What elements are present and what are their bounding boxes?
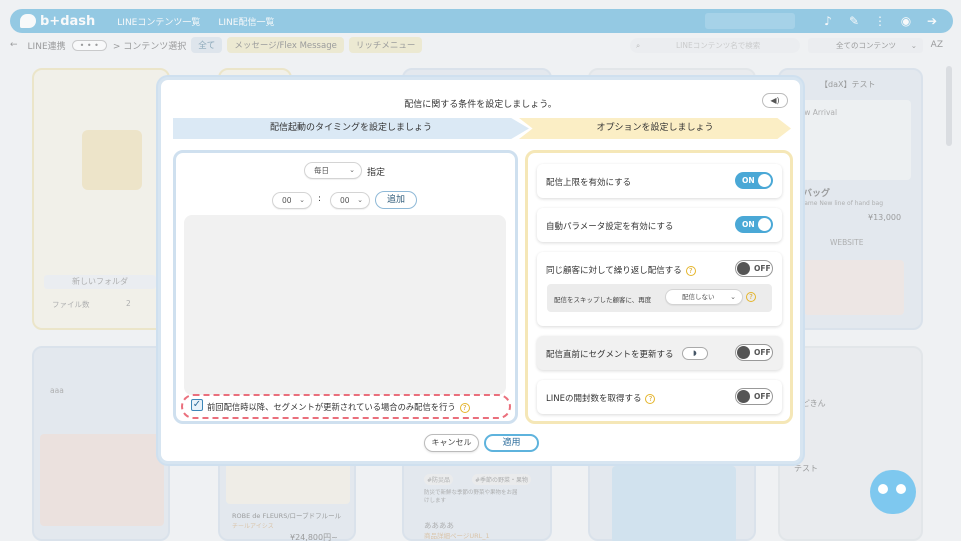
chevron-down-icon: ⌄	[357, 196, 363, 204]
option-label: LINEの閲封数を取得する?	[546, 392, 656, 404]
minute-value: 00	[340, 196, 350, 205]
modal-title: 配信に関する条件を設定しましょう。	[404, 100, 557, 110]
skip-setting-box: 配信をスキップした顧客に、再度 配信しない ⌄ ?	[547, 284, 772, 312]
mascot-assistant-icon[interactable]	[870, 470, 916, 514]
repeat-toggle[interactable]: OFF	[735, 260, 773, 277]
frequency-select[interactable]: 毎日 ⌄	[304, 162, 362, 179]
step-timing: 配信起動のタイミングを設定しましょう	[173, 118, 529, 139]
help-icon[interactable]: ?	[645, 393, 656, 404]
option-row-auto-param: 自動パラメータ設定を有効にする ON	[537, 208, 782, 242]
shield-icon[interactable]: ◗	[682, 347, 708, 360]
segment-checkbox[interactable]: ✓	[191, 399, 203, 411]
cancel-button[interactable]: キャンセル	[424, 434, 479, 452]
time-colon: :	[318, 194, 322, 204]
line-open-toggle[interactable]: OFF	[735, 388, 773, 405]
skip-select[interactable]: 配信しない ⌄	[665, 289, 743, 305]
option-row-line-open: LINEの閲封数を取得する? OFF	[537, 380, 782, 414]
delivery-conditions-modal: 配信に関する条件を設定しましょう。 ◀) 配信起動のタイミングを設定しましょう …	[158, 77, 803, 464]
segment-checkbox-label[interactable]: 前回配信時以降、セグメントが更新されている場合のみ配信を行う?	[207, 401, 470, 413]
option-label: 配信上限を有効にする	[546, 178, 632, 188]
help-icon[interactable]: ?	[685, 265, 696, 276]
minute-select[interactable]: 00 ⌄	[330, 192, 370, 209]
skip-label: 配信をスキップした顧客に、再度	[554, 296, 652, 304]
chevron-down-icon: ⌄	[730, 293, 736, 301]
help-icon[interactable]: ?	[746, 292, 756, 302]
auto-param-toggle[interactable]: ON	[735, 216, 773, 233]
step-options: オプションを設定しましょう	[519, 118, 791, 139]
chevron-down-icon: ⌄	[299, 196, 305, 204]
frequency-value: 毎日	[314, 166, 329, 175]
help-icon[interactable]: ?	[459, 402, 470, 413]
skip-value: 配信しない	[682, 293, 715, 301]
option-row-limit: 配信上限を有効にする ON	[537, 164, 782, 198]
specify-label: 指定	[367, 168, 386, 178]
chevron-down-icon: ⌄	[349, 166, 355, 174]
segment-checkbox-text: 前回配信時以降、セグメントが更新されている場合のみ配信を行う	[207, 402, 456, 412]
option-label: 配信直前にセグメントを更新する	[546, 350, 674, 360]
option-label: 自動パラメータ設定を有効にする	[546, 222, 674, 232]
option-row-segment-refresh: 配信直前にセグメントを更新する ◗ OFF	[537, 336, 782, 370]
segment-refresh-toggle[interactable]: OFF	[735, 344, 773, 361]
apply-button[interactable]: 適用	[484, 434, 539, 452]
add-time-button[interactable]: 追加	[375, 191, 417, 209]
options-panel: 配信上限を有効にする ON 自動パラメータ設定を有効にする ON 同じ顧客に対し…	[525, 150, 793, 424]
limit-toggle[interactable]: ON	[735, 172, 773, 189]
option-label: 同じ顧客に対して繰り返し配信する?	[546, 264, 696, 276]
option-label-text: 同じ顧客に対して繰り返し配信する	[546, 266, 682, 276]
time-list-area	[184, 215, 506, 395]
option-row-repeat: 同じ顧客に対して繰り返し配信する? OFF 配信をスキップした顧客に、再度 配信…	[537, 252, 782, 326]
hour-value: 00	[282, 196, 292, 205]
speaker-icon[interactable]: ◀)	[762, 93, 788, 108]
timing-panel: 毎日 ⌄ 指定 00 ⌄ : 00 ⌄ 追加 ✓ 前回配信時以降、セグメントが更新され…	[173, 150, 518, 424]
hour-select[interactable]: 00 ⌄	[272, 192, 312, 209]
option-label-text: LINEの閲封数を取得する	[546, 394, 642, 404]
